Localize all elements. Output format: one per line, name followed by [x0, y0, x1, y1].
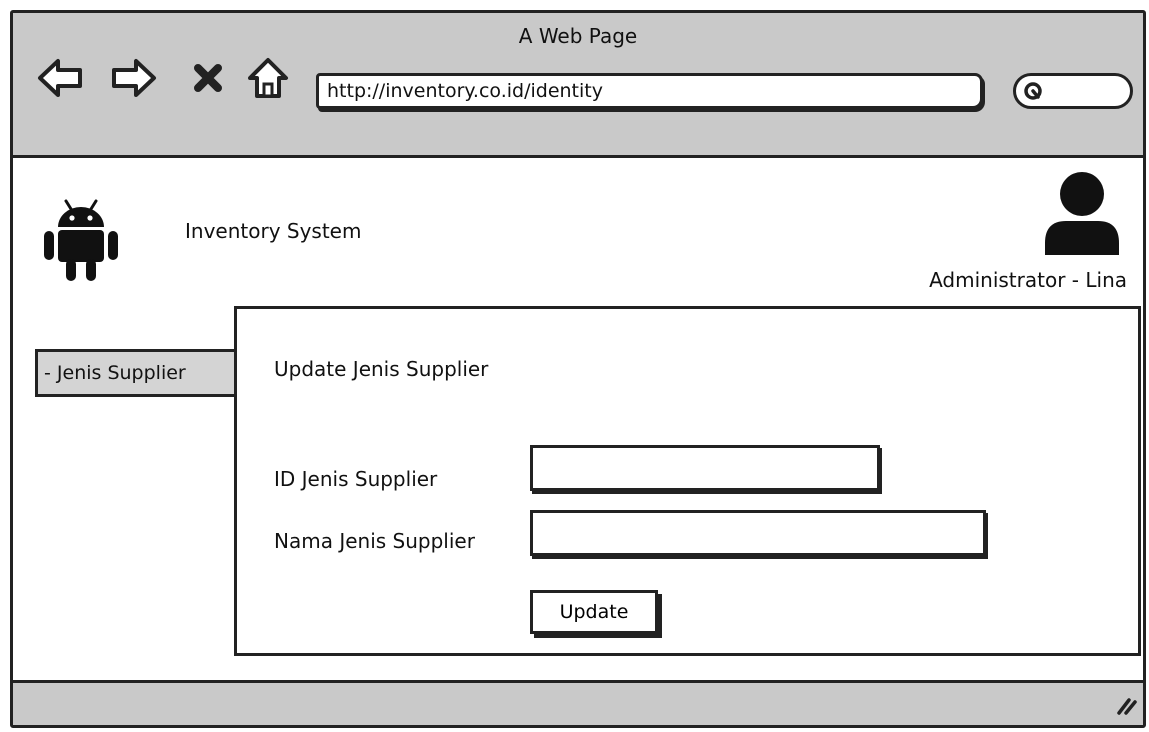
user-icon — [1042, 169, 1122, 261]
user-name: Administrator - Lina — [929, 268, 1127, 292]
browser-window: A Web Page http://inventory.co.id/identi… — [10, 10, 1146, 728]
status-bar — [13, 680, 1143, 725]
nama-jenis-supplier-label: Nama Jenis Supplier — [274, 529, 475, 553]
update-button[interactable]: Update — [530, 590, 658, 634]
address-bar[interactable]: http://inventory.co.id/identity — [316, 73, 983, 109]
form-heading: Update Jenis Supplier — [274, 357, 489, 381]
id-jenis-supplier-label: ID Jenis Supplier — [274, 467, 438, 491]
search-input[interactable] — [1013, 73, 1133, 109]
sidebar-item-label: - Jenis Supplier — [44, 362, 186, 384]
back-arrow-icon[interactable] — [35, 50, 85, 106]
update-form-panel: Update Jenis Supplier ID Jenis Supplier … — [234, 306, 1141, 656]
app-title: Inventory System — [185, 219, 362, 243]
close-icon[interactable] — [183, 50, 233, 106]
id-jenis-supplier-input[interactable] — [530, 445, 880, 491]
nama-jenis-supplier-input[interactable] — [530, 510, 986, 556]
sidebar-item-jenis-supplier[interactable]: - Jenis Supplier — [35, 349, 245, 397]
forward-arrow-icon[interactable] — [109, 50, 159, 106]
home-icon[interactable] — [243, 50, 293, 106]
android-icon — [41, 191, 121, 287]
browser-title: A Web Page — [518, 24, 638, 48]
search-icon — [1022, 80, 1048, 108]
resize-grip-icon[interactable] — [1113, 691, 1137, 719]
url-text: http://inventory.co.id/identity — [327, 80, 603, 102]
browser-toolbar: A Web Page http://inventory.co.id/identi… — [13, 13, 1143, 158]
